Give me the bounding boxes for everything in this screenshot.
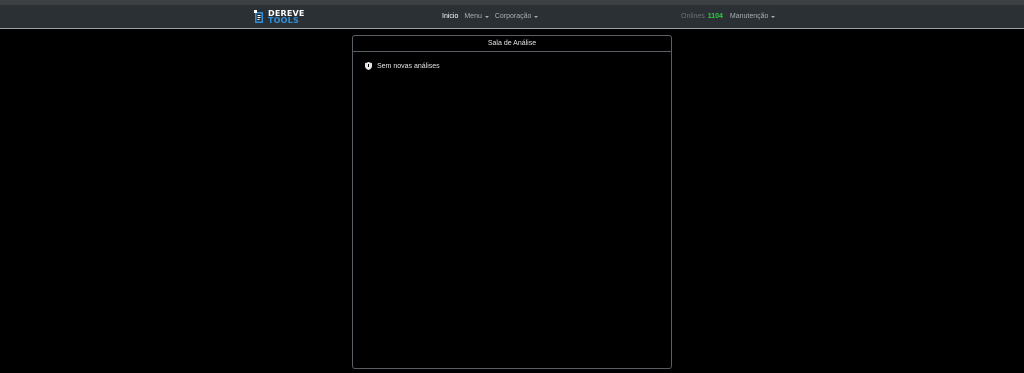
online-count: 1104 [707, 13, 723, 20]
nav-item-manutencao[interactable]: Manutenção [730, 13, 776, 20]
logo-icon [254, 10, 263, 23]
panel-header: Sala de Análise [353, 36, 671, 52]
nav-item-label: Inicio [442, 13, 459, 20]
nav-right: Onlines 1104 Manutenção [681, 5, 776, 28]
top-navbar: DEREVE TOOLS Inicio Menu Corporação Onli… [0, 5, 1024, 29]
shield-icon [365, 62, 372, 70]
analysis-room-panel: Sala de Análise Sem novas análises [352, 35, 672, 369]
nav-item-label: Manutenção [729, 13, 769, 20]
brand-line2: TOOLS [268, 16, 299, 25]
brand-logo[interactable]: DEREVE TOOLS [254, 9, 305, 25]
nav-item-inicio[interactable]: Inicio [442, 13, 458, 20]
nav-item-label: Menu [464, 13, 482, 20]
caret-down-icon [534, 15, 539, 18]
nav-item-label: Corporação [494, 13, 532, 20]
nav-item-corporacao[interactable]: Corporação [495, 13, 539, 20]
caret-down-icon [484, 15, 489, 18]
brand-name: DEREVE TOOLS [268, 10, 305, 25]
empty-state: Sem novas análises [365, 62, 671, 70]
online-label: Onlines [681, 13, 705, 20]
nav-item-menu[interactable]: Menu [464, 13, 489, 20]
panel-body: Sem novas análises [353, 52, 671, 70]
main-nav: Inicio Menu Corporação [442, 5, 544, 28]
panel-title: Sala de Análise [487, 40, 537, 47]
caret-down-icon [771, 15, 776, 18]
empty-message: Sem novas análises [377, 62, 440, 70]
